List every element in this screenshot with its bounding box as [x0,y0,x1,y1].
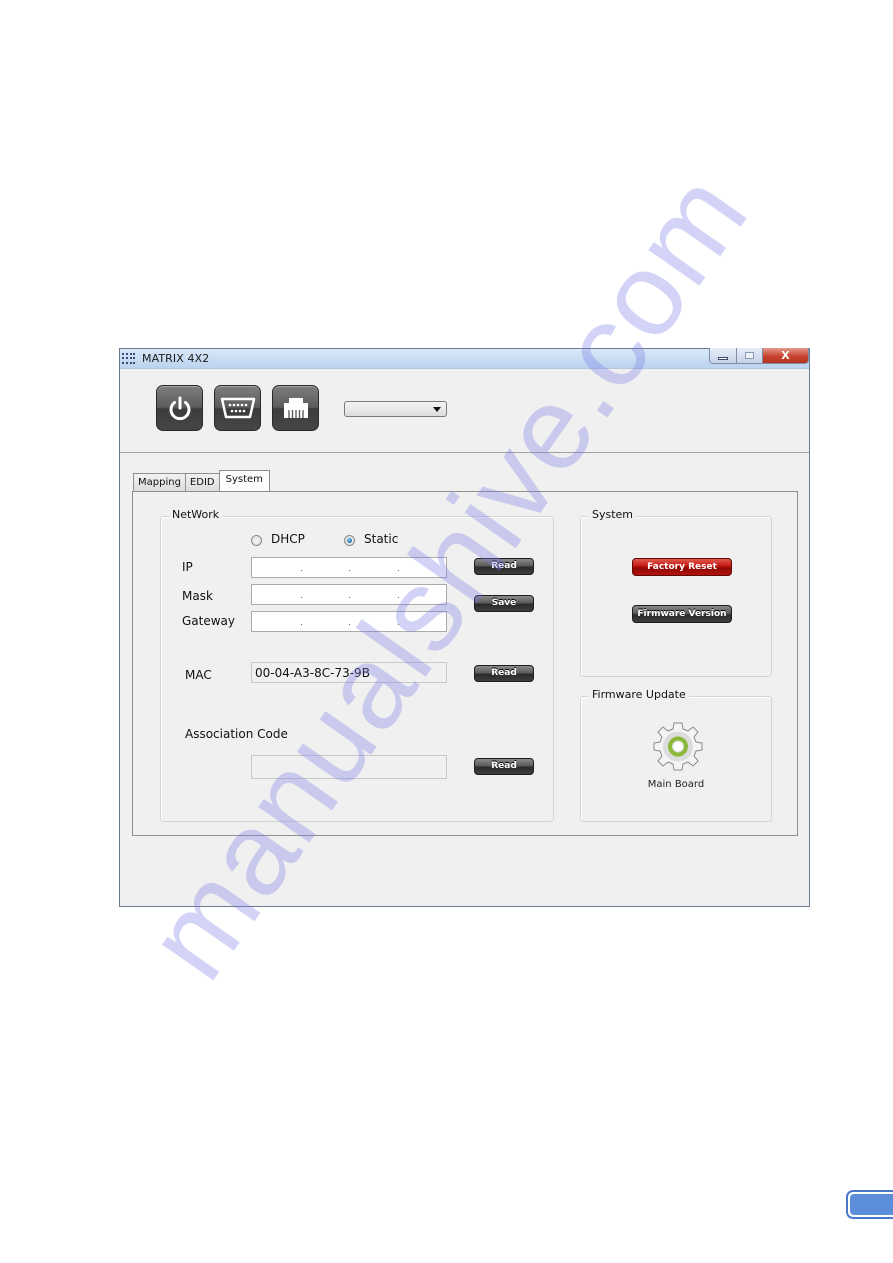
ip-label: IP [182,560,193,574]
system-tab-panel: NetWork DHCP Static IP Mask Gateway Read… [132,491,798,836]
gateway-input[interactable] [251,611,447,632]
network-group: NetWork DHCP Static IP Mask Gateway Read… [160,508,554,822]
dhcp-radio[interactable] [251,535,262,546]
tab-edid[interactable]: EDID [184,473,220,491]
mac-field: 00-04-A3-8C-73-9B [251,662,447,683]
read-ip-button[interactable]: Read [474,558,534,575]
gear-icon [653,722,703,771]
tab-mapping[interactable]: Mapping [133,473,186,491]
mask-label: Mask [182,589,213,603]
firmware-update-group: Firmware Update Main Board [580,688,772,822]
toolbar [120,369,809,453]
tab-system[interactable]: System [218,470,270,491]
gateway-label: Gateway [182,614,236,628]
firmware-update-legend: Firmware Update [589,688,689,701]
factory-reset-button[interactable]: Factory Reset [632,558,732,576]
read-mac-button[interactable]: Read [474,665,534,682]
network-legend: NetWork [169,508,223,521]
close-icon: X [781,349,790,362]
page-badge [846,1190,893,1219]
window-controls: X [709,348,809,364]
system-legend: System [589,508,637,521]
minimize-button[interactable] [709,348,737,364]
association-code-label: Association Code [185,727,288,741]
minimize-icon [718,356,728,360]
close-button[interactable]: X [763,348,809,364]
chevron-down-icon [433,407,441,412]
static-label: Static [364,532,399,546]
app-grid-icon [122,353,136,365]
dhcp-label: DHCP [271,532,305,546]
title-bar[interactable]: MATRIX 4X2 X [120,348,809,369]
power-button[interactable] [156,385,203,431]
serial-connect-button[interactable] [214,385,261,431]
app-window: MATRIX 4X2 X Mapping EDID System NetWork… [119,348,810,907]
mac-label: MAC [185,668,212,682]
power-icon [169,396,190,421]
window-title: MATRIX 4X2 [142,352,210,365]
tab-bar: Mapping EDID System [133,470,270,491]
static-radio[interactable] [344,535,355,546]
maximize-icon [745,352,754,359]
read-association-button[interactable]: Read [474,758,534,775]
serial-port-icon [220,397,255,419]
association-code-field [251,755,447,779]
lan-connect-button[interactable] [272,385,319,431]
system-group: System Factory Reset Firmware Version [580,508,772,677]
ip-input[interactable] [251,557,447,578]
mac-value: 00-04-A3-8C-73-9B [255,666,370,680]
mask-input[interactable] [251,584,447,605]
main-board-label: Main Board [647,779,705,790]
save-network-button[interactable]: Save [474,595,534,612]
ethernet-port-icon [283,398,308,418]
device-select[interactable] [344,401,447,417]
main-board-update-button[interactable] [653,721,703,771]
firmware-version-button[interactable]: Firmware Version [632,605,732,623]
maximize-button[interactable] [737,348,763,364]
